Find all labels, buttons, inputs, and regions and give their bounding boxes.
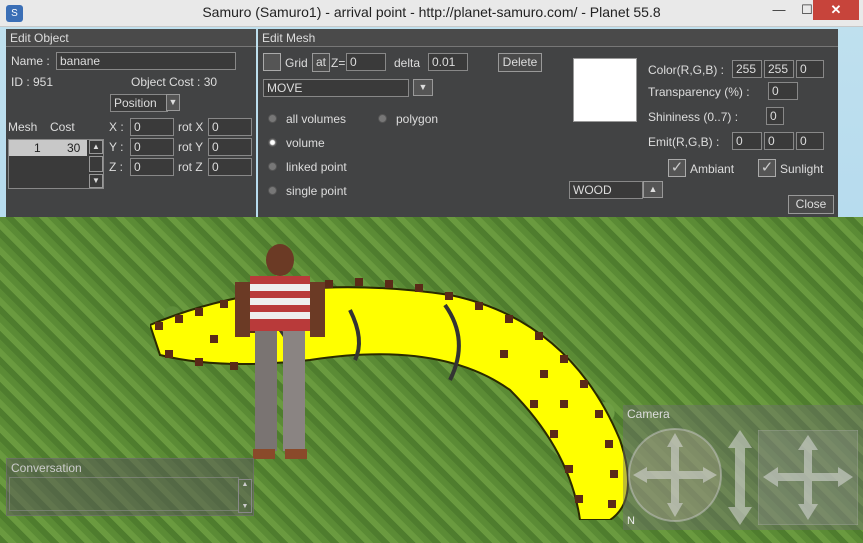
emit-b-field[interactable]: 0	[796, 132, 824, 150]
x-label: X :	[109, 120, 124, 134]
mesh-list[interactable]: 1 30 ▲ ▼	[8, 139, 104, 189]
color-g-field[interactable]: 255	[764, 60, 794, 78]
mesh-mode-select[interactable]: MOVE	[263, 79, 409, 97]
delete-button[interactable]: Delete	[498, 53, 542, 72]
color-r-field[interactable]: 255	[732, 60, 762, 78]
window-title: Samuro (Samuro1) - arrival point - http:…	[202, 4, 661, 20]
material-select[interactable]: WOOD	[569, 181, 643, 199]
avatar-character[interactable]	[225, 242, 335, 467]
cost-column-header: Cost	[50, 120, 75, 134]
grid-z-label: Z=	[331, 56, 346, 70]
camera-header: Camera	[627, 407, 670, 421]
close-panel-button[interactable]: Close	[788, 195, 834, 214]
rotz-field[interactable]: 0	[208, 158, 252, 176]
single-point-radio[interactable]	[268, 186, 277, 195]
volume-radio[interactable]	[268, 138, 277, 147]
z-label: Z :	[109, 160, 123, 174]
delta-field[interactable]: 0.01	[428, 53, 468, 71]
chevron-down-icon[interactable]: ▼	[413, 79, 433, 96]
polygon-radio[interactable]	[378, 114, 387, 123]
color-swatch[interactable]	[573, 58, 637, 122]
emit-g-field[interactable]: 0	[764, 132, 794, 150]
minimize-button[interactable]: —	[765, 0, 793, 20]
object-id: ID : 951	[11, 75, 54, 89]
mesh-row-mesh: 1	[34, 141, 41, 155]
object-cost: Object Cost : 30	[131, 75, 218, 89]
close-window-button[interactable]: ✕	[813, 0, 859, 20]
z-field[interactable]: 0	[130, 158, 174, 176]
camera-pan-icon[interactable]	[758, 430, 858, 525]
scroll-up-icon[interactable]: ▲	[89, 140, 103, 154]
scrollbar-thumb[interactable]	[89, 156, 103, 172]
grid-at-toggle[interactable]: at	[312, 53, 330, 72]
chevron-down-icon[interactable]: ▼	[166, 94, 180, 111]
edit-mesh-header: Edit Mesh	[258, 29, 838, 47]
ambiant-label: Ambiant	[690, 162, 735, 176]
title-bar: S Samuro (Samuro1) - arrival point - htt…	[0, 0, 863, 27]
y-label: Y :	[109, 140, 124, 154]
grid-label: Grid	[285, 56, 308, 70]
name-label: Name :	[11, 54, 50, 68]
roty-label: rot Y	[178, 140, 204, 154]
scroll-down-icon[interactable]: ▼	[239, 502, 251, 512]
all-volumes-radio[interactable]	[268, 114, 277, 123]
x-field[interactable]: 0	[130, 118, 174, 136]
delta-label: delta	[394, 56, 421, 70]
mesh-list-row[interactable]: 1 30	[9, 140, 87, 156]
name-field[interactable]: banane	[56, 52, 236, 70]
conversation-log[interactable]	[9, 477, 239, 511]
mesh-column-header: Mesh	[8, 120, 38, 134]
shininess-field[interactable]: 0	[766, 107, 784, 125]
camera-zoom-icon[interactable]	[725, 430, 755, 525]
shininess-label: Shininess (0..7) :	[648, 110, 739, 124]
conversation-header: Conversation	[11, 461, 82, 475]
mesh-row-cost: 30	[67, 141, 81, 155]
y-field[interactable]: 0	[130, 138, 174, 156]
rotz-label: rot Z	[178, 160, 203, 174]
transparency-label: Transparency (%) :	[648, 85, 750, 99]
camera-rotate-icon[interactable]	[625, 425, 725, 525]
emit-label: Emit(R,G,B) :	[648, 135, 720, 149]
edit-object-panel: Edit Object Name : banane ID : 951 Objec…	[6, 29, 256, 217]
linked-point-radio[interactable]	[268, 162, 277, 171]
conversation-scrollbar[interactable]: ▲ ▼	[238, 479, 252, 513]
scroll-down-icon[interactable]: ▼	[89, 174, 103, 188]
sunlight-checkbox[interactable]: ✓	[758, 159, 776, 177]
emit-r-field[interactable]: 0	[732, 132, 762, 150]
grid-z-field[interactable]: 0	[346, 53, 386, 71]
conversation-panel: Conversation ▲ ▼	[6, 458, 254, 516]
transparency-field[interactable]: 0	[768, 82, 798, 100]
volume-label: volume	[286, 136, 325, 150]
rotx-field[interactable]: 0	[208, 118, 252, 136]
single-point-label: single point	[286, 184, 347, 198]
color-label: Color(R,G,B) :	[648, 63, 725, 77]
grid-checkbox[interactable]	[263, 53, 281, 71]
edit-object-header: Edit Object	[6, 29, 256, 47]
roty-field[interactable]: 0	[208, 138, 252, 156]
rotx-label: rot X	[178, 120, 204, 134]
linked-point-label: linked point	[286, 160, 347, 174]
polygon-label: polygon	[396, 112, 439, 126]
chevron-up-icon[interactable]: ▲	[643, 181, 663, 198]
all-volumes-label: all volumes	[286, 112, 347, 126]
color-b-field[interactable]: 0	[796, 60, 824, 78]
camera-panel: Camera N	[623, 405, 863, 530]
edit-mesh-panel: Edit Mesh Grid at Z= 0 delta 0.01 Delete…	[258, 29, 838, 217]
compass-north: N	[627, 515, 635, 527]
sunlight-label: Sunlight	[780, 162, 824, 176]
scroll-up-icon[interactable]: ▲	[239, 480, 251, 490]
ambiant-checkbox[interactable]: ✓	[668, 159, 686, 177]
mode-select[interactable]: Position	[110, 94, 168, 112]
